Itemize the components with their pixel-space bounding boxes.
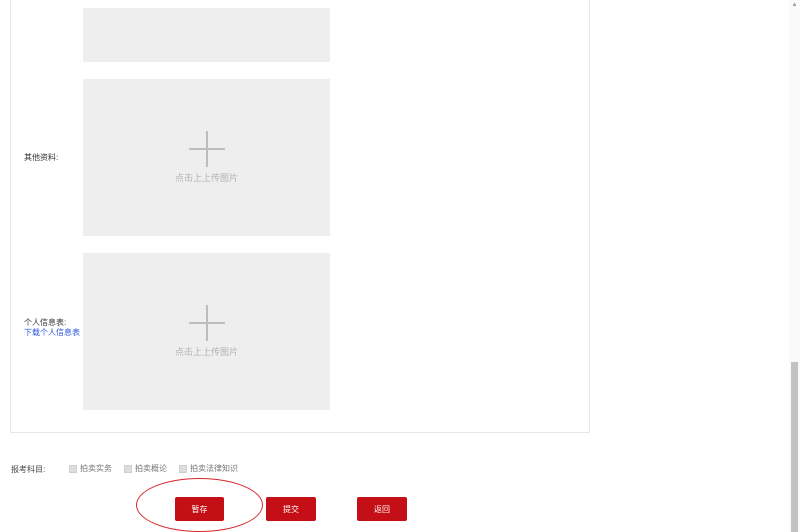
scroll-up-icon[interactable]: ▲ — [791, 2, 798, 9]
subject-label-practice: 拍卖实务 — [80, 464, 112, 473]
subjects-label: 报考科目: — [11, 465, 46, 474]
checkbox-icon[interactable] — [69, 464, 77, 473]
checkbox-icon[interactable] — [179, 464, 187, 473]
upload-box-personal-info[interactable]: 点击上上传图片 — [83, 253, 330, 410]
annotation-ellipse — [136, 478, 263, 532]
other-materials-label: 其他资料: — [24, 153, 59, 162]
subject-label-overview: 拍卖概论 — [135, 464, 167, 473]
subject-checkbox-practice[interactable]: 拍卖实务 — [69, 463, 112, 474]
subject-label-law: 拍卖法律知识 — [190, 464, 238, 473]
plus-icon — [188, 130, 225, 167]
upload-box-previous[interactable] — [83, 8, 330, 62]
subject-checkbox-overview[interactable]: 拍卖概论 — [124, 463, 167, 474]
plus-icon — [188, 304, 225, 341]
scrollbar[interactable]: ▲ — [789, 0, 800, 532]
scrollbar-thumb[interactable] — [791, 362, 798, 532]
checkbox-icon[interactable] — [124, 464, 132, 473]
subject-checkbox-law[interactable]: 拍卖法律知识 — [179, 463, 238, 474]
download-personal-info-link[interactable]: 下载个人信息表 — [24, 327, 80, 338]
back-button[interactable]: 返回 — [357, 497, 407, 521]
upload-box-other-materials[interactable]: 点击上上传图片 — [83, 79, 330, 236]
upload-hint: 点击上上传图片 — [174, 173, 238, 183]
upload-hint: 点击上上传图片 — [174, 347, 238, 357]
submit-button[interactable]: 提交 — [266, 497, 316, 521]
